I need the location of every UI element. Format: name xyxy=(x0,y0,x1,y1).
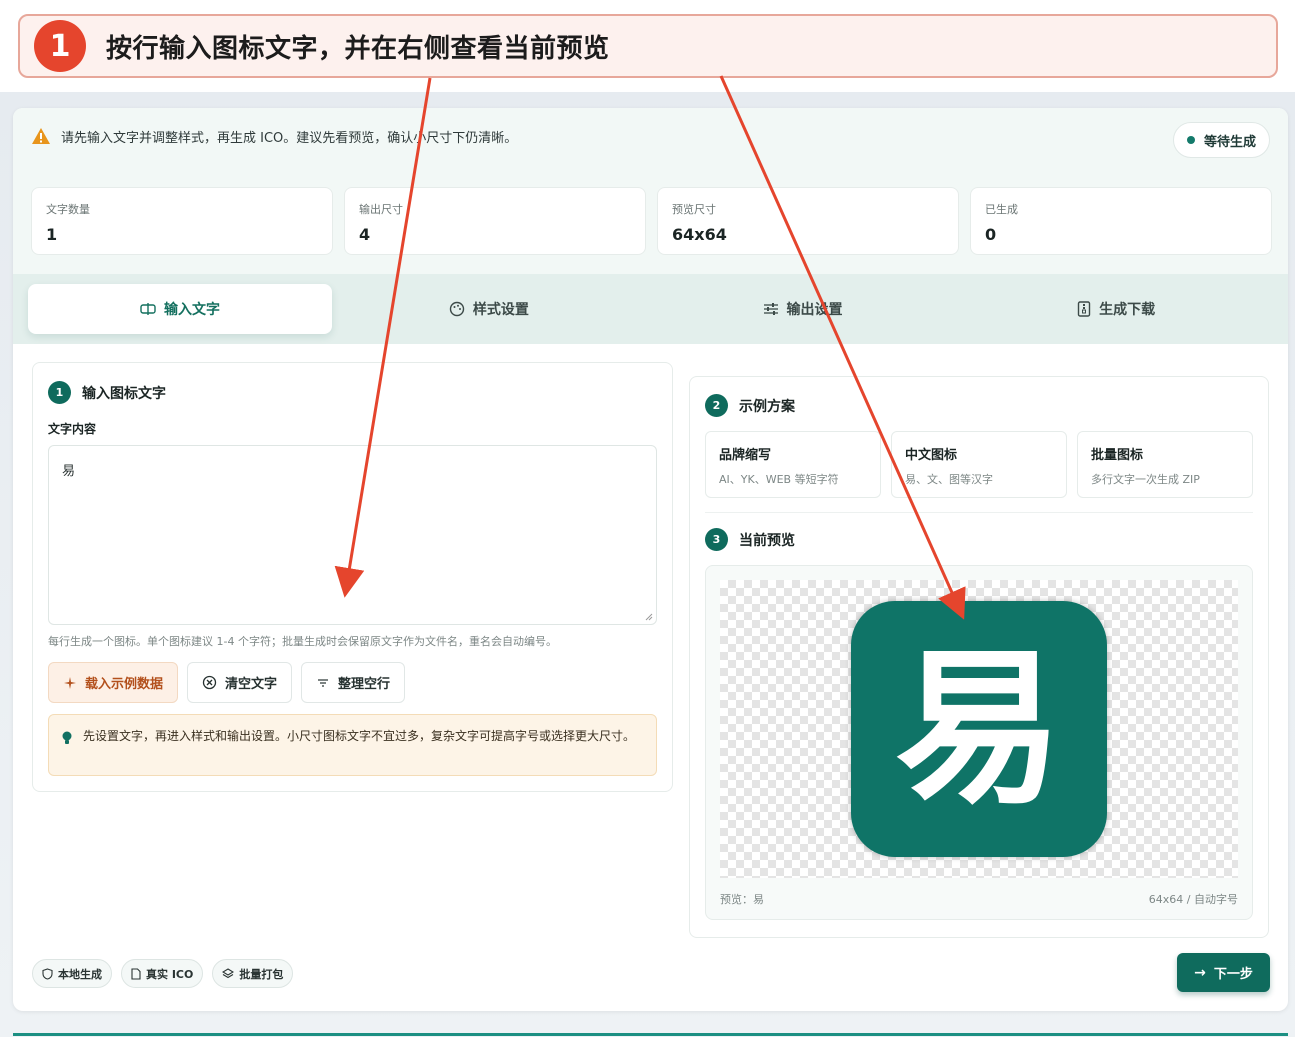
preview-size-info: 64x64 / 自动字号 xyxy=(1148,893,1238,906)
notice-text: 请先输入文字并调整样式，再生成 ICO。建议先看预览，确认小尺寸下仍清晰。 xyxy=(61,130,518,146)
tab-label: 样式设置 xyxy=(472,302,529,318)
tidy-lines-button[interactable]: 整理空行 xyxy=(301,662,406,703)
example-brand-abbr[interactable]: 品牌缩写 AI、YK、WEB 等短字符 xyxy=(705,431,881,498)
palette-icon xyxy=(449,301,465,317)
stats-row: 文字数量 1 输出尺寸 4 预览尺寸 64x64 已生成 0 xyxy=(31,187,1272,255)
stat-value: 64x64 xyxy=(672,225,727,244)
lightbulb-icon xyxy=(62,731,72,744)
stat-value: 1 xyxy=(46,225,58,244)
bottom-accent-line xyxy=(13,1033,1288,1036)
input-icon xyxy=(140,303,156,315)
preview-box: 易 预览：易 64x64 / 自动字号 xyxy=(705,565,1253,920)
input-hint: 每行生成一个图标。单个图标建议 1-4 个字符；批量生成时会保留原文字作为文件名… xyxy=(48,635,557,648)
tab-label: 输出设置 xyxy=(786,302,843,318)
stat-value: 4 xyxy=(359,225,371,244)
badge-real-ico: 真实 ICO xyxy=(121,959,204,988)
preview-caption: 预览：易 xyxy=(720,893,764,906)
status-badge: 等待生成 xyxy=(1172,122,1270,158)
preview-panel: 2 示例方案 品牌缩写 AI、YK、WEB 等短字符 中文图标 易、文、图等汉字… xyxy=(689,376,1269,938)
annotation-callout: 1 按行输入图标文字，并在右侧查看当前预览 xyxy=(18,14,1278,78)
badge-batch-pack: 批量打包 xyxy=(212,959,294,988)
section-number: 3 xyxy=(705,528,728,551)
preview-section-header: 3 当前预览 xyxy=(705,528,795,551)
text-content-label: 文字内容 xyxy=(48,422,97,436)
status-dot-icon xyxy=(1186,136,1195,144)
section-title: 示例方案 xyxy=(739,398,795,415)
callout-number: 1 xyxy=(34,20,86,72)
resize-handle-icon[interactable] xyxy=(645,613,653,621)
icon-text-input[interactable]: 易 xyxy=(48,445,657,625)
tab-label: 输入文字 xyxy=(164,302,220,318)
next-step-button[interactable]: → 下一步 xyxy=(1177,953,1270,992)
stat-label: 预览尺寸 xyxy=(672,203,716,216)
warning-icon xyxy=(32,128,50,144)
example-chinese-icon[interactable]: 中文图标 易、文、图等汉字 xyxy=(891,431,1067,498)
load-sample-button[interactable]: 载入示例数据 xyxy=(48,662,179,703)
examples-section-header: 2 示例方案 xyxy=(705,394,795,417)
layers-icon xyxy=(222,968,235,979)
stat-label: 文字数量 xyxy=(46,203,90,216)
stat-generated: 已生成 0 xyxy=(970,187,1272,255)
divider xyxy=(705,512,1253,513)
stat-label: 输出尺寸 xyxy=(359,203,403,216)
input-section-header: 1 输入图标文字 xyxy=(48,381,166,404)
tab-input-text[interactable]: 输入文字 xyxy=(28,284,332,334)
stat-output-sizes: 输出尺寸 4 xyxy=(344,187,646,255)
callout-text: 按行输入图标文字，并在右侧查看当前预览 xyxy=(106,33,610,64)
arrow-right-icon: → xyxy=(1194,964,1206,981)
textarea-value: 易 xyxy=(62,464,76,479)
file-zip-icon xyxy=(1077,301,1091,317)
input-panel: 1 输入图标文字 文字内容 易 每行生成一个图标。单个图标建议 1-4 个字符；… xyxy=(32,362,673,792)
tab-bar: 输入文字 样式设置 输出设置 生成下载 xyxy=(13,274,1288,344)
sliders-icon xyxy=(763,303,778,315)
clear-text-button[interactable]: 清空文字 xyxy=(187,662,293,703)
stat-text-count: 文字数量 1 xyxy=(31,187,333,255)
stat-preview-size: 预览尺寸 64x64 xyxy=(657,187,959,255)
transparent-canvas: 易 xyxy=(720,580,1238,878)
feature-badges: 本地生成 真实 ICO 批量打包 xyxy=(32,959,294,988)
tip-text: 先设置文字，再进入样式和输出设置。小尺寸图标文字不宜过多，复杂文字可提高字号或选… xyxy=(83,729,636,743)
notice-bar: 请先输入文字并调整样式，再生成 ICO。建议先看预览，确认小尺寸下仍清晰。 xyxy=(31,126,517,146)
filter-icon xyxy=(318,678,329,687)
clear-circle-icon xyxy=(202,675,217,690)
stat-value: 0 xyxy=(985,225,997,244)
main-card: 请先输入文字并调整样式，再生成 ICO。建议先看预览，确认小尺寸下仍清晰。 等待… xyxy=(13,108,1288,1011)
shield-icon xyxy=(42,967,53,980)
icon-preview-tile: 易 xyxy=(851,601,1107,857)
top-zone: 请先输入文字并调整样式，再生成 ICO。建议先看预览，确认小尺寸下仍清晰。 等待… xyxy=(13,108,1288,344)
section-title: 当前预览 xyxy=(739,532,795,549)
file-icon xyxy=(131,967,141,980)
icon-preview-char: 易 xyxy=(895,631,1063,827)
tab-style-settings[interactable]: 样式设置 xyxy=(332,284,646,334)
section-number: 1 xyxy=(48,381,71,404)
tab-output-settings[interactable]: 输出设置 xyxy=(646,284,960,334)
example-batch-icons[interactable]: 批量图标 多行文字一次生成 ZIP xyxy=(1077,431,1253,498)
sparkle-icon xyxy=(64,676,76,689)
status-label: 等待生成 xyxy=(1203,134,1256,150)
example-list: 品牌缩写 AI、YK、WEB 等短字符 中文图标 易、文、图等汉字 批量图标 多… xyxy=(705,431,1253,498)
badge-local: 本地生成 xyxy=(32,959,112,988)
tab-generate-download[interactable]: 生成下载 xyxy=(959,284,1273,334)
tip-box: 先设置文字，再进入样式和输出设置。小尺寸图标文字不宜过多，复杂文字可提高字号或选… xyxy=(48,714,657,776)
input-actions: 载入示例数据 清空文字 整理空行 xyxy=(48,662,406,703)
stat-label: 已生成 xyxy=(985,203,1018,216)
tab-label: 生成下载 xyxy=(1099,302,1156,318)
section-number: 2 xyxy=(705,394,728,417)
section-title: 输入图标文字 xyxy=(82,385,166,402)
